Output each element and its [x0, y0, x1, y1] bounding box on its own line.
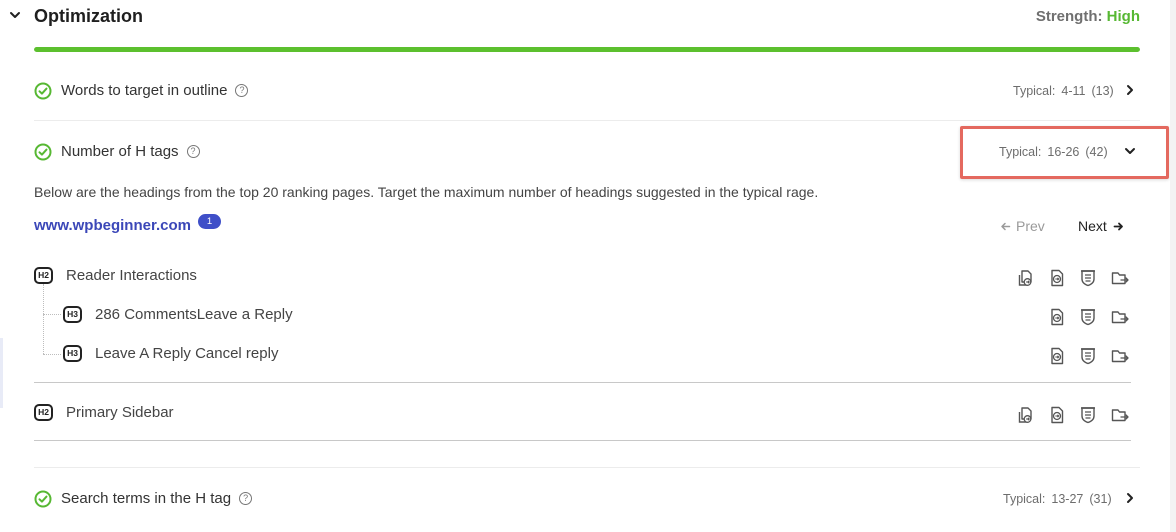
insert-doc-icon[interactable]: [1047, 346, 1067, 366]
strength-progress-bar: [34, 47, 1140, 52]
heading-actions: [1016, 268, 1134, 288]
heading-item: H3 Leave A Reply Cancel reply: [63, 345, 363, 373]
heading-group-divider: [34, 440, 1131, 441]
h3-tag-icon: H3: [63, 345, 82, 362]
heading-text: 286 CommentsLeave a Reply: [95, 306, 293, 323]
typical-range: Typical: 13-27 (31): [1003, 492, 1112, 506]
heading-actions: [1047, 346, 1134, 366]
h2-tag-icon: H2: [34, 267, 53, 284]
heading-text: Reader Interactions: [66, 267, 197, 284]
chevron-down-icon[interactable]: [8, 8, 22, 22]
heading-tree-branch: [43, 354, 61, 355]
row-divider: [34, 467, 1140, 468]
folder-icon[interactable]: [1110, 268, 1130, 288]
heading-text: Primary Sidebar: [66, 404, 174, 421]
strength-label: Strength:: [1035, 8, 1103, 25]
h2-tag-icon: H2: [34, 404, 53, 421]
outline-icon[interactable]: [1078, 268, 1098, 288]
chevron-right-icon[interactable]: [1124, 84, 1136, 96]
folder-icon[interactable]: [1110, 307, 1130, 327]
copy-doc-icon[interactable]: [1016, 268, 1036, 288]
h3-tag-icon: H3: [63, 306, 82, 323]
heading-item: H3 286 CommentsLeave a Reply: [63, 306, 363, 334]
metric-label: Number of H tags?: [61, 143, 200, 160]
next-button[interactable]: Next: [1078, 218, 1124, 234]
strength-indicator: Strength: High: [1036, 8, 1140, 25]
folder-icon[interactable]: [1110, 346, 1130, 366]
arrow-right-icon: [1113, 222, 1123, 231]
copy-doc-icon[interactable]: [1016, 405, 1036, 425]
heading-item: H2 Primary Sidebar: [34, 404, 334, 432]
highlight-annotation-box: [960, 126, 1169, 179]
check-circle-icon: [34, 82, 52, 100]
insert-doc-icon[interactable]: [1047, 268, 1067, 288]
outline-icon[interactable]: [1078, 405, 1098, 425]
metric-label: Search terms in the H tag?: [61, 490, 253, 507]
section-header[interactable]: Optimization Strength: High: [0, 0, 1176, 36]
heading-text: Leave A Reply Cancel reply: [95, 345, 279, 362]
check-circle-icon: [34, 490, 52, 508]
heading-actions: [1016, 405, 1134, 425]
help-circle-icon[interactable]: ?: [235, 84, 249, 97]
heading-item: H2 Reader Interactions: [34, 267, 334, 295]
check-circle-icon: [34, 143, 52, 161]
row-divider: [34, 120, 1140, 121]
folder-icon[interactable]: [1110, 405, 1130, 425]
chevron-right-icon[interactable]: [1124, 492, 1136, 504]
competitor-site-link[interactable]: www.wpbeginner.com: [34, 217, 191, 234]
arrow-left-icon: [1001, 222, 1011, 231]
typical-range: Typical: 4-11 (13): [1013, 84, 1114, 98]
heading-actions: [1047, 307, 1134, 327]
prev-button[interactable]: Prev: [1000, 218, 1045, 234]
insert-doc-icon[interactable]: [1047, 405, 1067, 425]
outline-icon[interactable]: [1078, 307, 1098, 327]
metric-label: Words to target in outline?: [61, 82, 249, 99]
h-tags-description: Below are the headings from the top 20 r…: [34, 184, 819, 200]
site-rank-badge: 1: [198, 214, 221, 229]
outline-icon[interactable]: [1078, 346, 1098, 366]
heading-group-divider: [34, 382, 1131, 383]
strength-value: High: [1106, 8, 1140, 25]
vertical-scrollbar[interactable]: [1170, 0, 1176, 532]
strength-progress-fill: [34, 47, 1140, 52]
help-circle-icon[interactable]: ?: [186, 145, 200, 158]
heading-tree-branch: [43, 314, 61, 315]
help-circle-icon[interactable]: ?: [239, 492, 253, 505]
metric-row-words-to-target[interactable]: Words to target in outline? Typical: 4-11…: [34, 76, 1140, 106]
section-title: Optimization: [34, 6, 143, 26]
side-panel-edge: [0, 338, 3, 408]
metric-row-search-terms-in-h-tag[interactable]: Search terms in the H tag? Typical: 13-27…: [34, 484, 1140, 514]
insert-doc-icon[interactable]: [1047, 307, 1067, 327]
